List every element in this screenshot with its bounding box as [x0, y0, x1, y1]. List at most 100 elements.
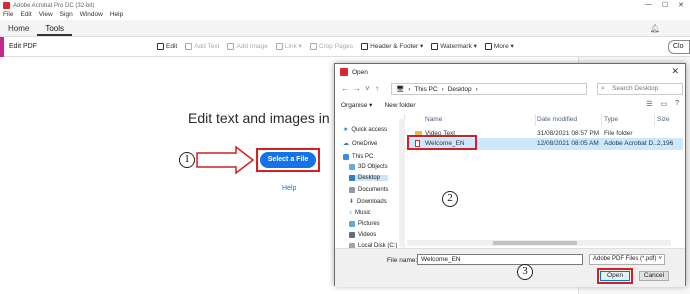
column-size[interactable]: Size	[657, 116, 670, 123]
menu-sign[interactable]: Sign	[60, 11, 73, 20]
crop-pages-button[interactable]: Crop Pages	[309, 42, 354, 50]
image-icon	[227, 42, 235, 50]
page-headline: Edit text and images in a	[188, 110, 342, 126]
nav-label: Music	[355, 210, 371, 216]
tool-label: Crop Pages	[318, 42, 354, 50]
video-icon	[349, 232, 355, 238]
tab-tools[interactable]: Tools	[37, 20, 73, 36]
menu-view[interactable]: View	[39, 11, 53, 20]
computer-icon	[343, 154, 349, 160]
column-type[interactable]: Type	[604, 116, 618, 123]
minimize-button[interactable]: —	[645, 1, 652, 9]
nav-pictures[interactable]: Pictures	[349, 221, 380, 227]
menu-file[interactable]: File	[3, 11, 13, 20]
up-arrow-icon[interactable]: ↑	[375, 84, 379, 93]
nav-documents[interactable]: Documents	[349, 187, 388, 193]
watermark-button[interactable]: Watermark ▾	[431, 42, 477, 50]
menu-help[interactable]: Help	[110, 11, 123, 20]
column-divider[interactable]	[601, 114, 602, 126]
search-input[interactable]: ⌕ Search Desktop	[597, 83, 683, 95]
breadcrumb-desktop[interactable]: Desktop	[448, 86, 472, 93]
close-tool-button[interactable]: Clo	[668, 40, 690, 54]
scrollbar-thumb[interactable]	[493, 241, 577, 245]
more-icon	[484, 42, 492, 50]
nav-label: Pictures	[358, 221, 380, 227]
edit-toolbar: Edit PDF Edit Add Text Add Image Link ▾ …	[0, 37, 690, 57]
nav-onedrive[interactable]: ☁ OneDrive	[343, 140, 377, 148]
help-link[interactable]: Help	[282, 185, 296, 192]
breadcrumb-chevron-icon: ›	[408, 85, 411, 93]
header-footer-icon	[361, 42, 369, 50]
horizontal-scrollbar[interactable]	[407, 240, 671, 246]
this-pc-icon: 🖥︎	[396, 86, 405, 93]
edit-pdf-accent	[0, 37, 4, 57]
select-file-button[interactable]: Select a File	[260, 152, 316, 168]
new-folder-button[interactable]: New folder	[384, 102, 415, 109]
picture-icon	[349, 221, 355, 227]
nav-videos[interactable]: Videos	[349, 232, 376, 238]
edit-tool-button[interactable]: Edit	[157, 42, 177, 50]
add-image-button[interactable]: Add Image	[227, 42, 268, 50]
cancel-button[interactable]: Cancel	[639, 271, 669, 281]
dialog-close-icon[interactable]: ✕	[671, 66, 679, 77]
nav-label: 3D Objects	[358, 164, 388, 170]
back-arrow-icon[interactable]: ←	[341, 84, 349, 93]
recent-chevron-icon[interactable]: ˅	[365, 84, 370, 93]
maximize-button[interactable]: ☐	[662, 1, 668, 9]
nav-quick-access[interactable]: ★ Quick access	[343, 126, 387, 134]
help-icon[interactable]: ?	[675, 100, 679, 108]
header-footer-button[interactable]: Header & Footer ▾	[361, 42, 423, 50]
preview-pane-icon[interactable]: ▭	[660, 100, 667, 108]
file-name-input[interactable]: Welcome_EN	[417, 254, 583, 265]
navigation-pane: ★ Quick access ☁ OneDrive This PC 3D Objec…	[341, 114, 405, 254]
open-button[interactable]: Open	[600, 271, 630, 281]
step-3-marker: 3	[517, 264, 533, 280]
menu-edit[interactable]: Edit	[20, 11, 31, 20]
file-date: 31/08/2021 08:57 PM	[537, 130, 600, 137]
close-window-button[interactable]: ✕	[678, 1, 684, 9]
view-options-icon[interactable]: ☰	[646, 100, 652, 108]
more-button[interactable]: More ▾	[484, 42, 514, 50]
file-date: 12/08/2021 08:05 AM	[537, 140, 599, 147]
acrobat-logo-icon	[3, 2, 10, 9]
file-type-select[interactable]: Adobe PDF Files (*.pdf) ˅	[589, 254, 665, 265]
title-bar: Adobe Acrobat Pro DC (32-bit) — ☐ ✕	[0, 0, 690, 11]
nav-label: Videos	[358, 232, 377, 238]
dialog-footer: File name: Welcome_EN Adobe PDF Files (*…	[335, 248, 685, 287]
address-bar[interactable]: 🖥︎ › This PC › Desktop ›	[391, 83, 587, 95]
navigation-scrollbar[interactable]	[399, 119, 405, 247]
nav-downloads[interactable]: ⬇ Downloads	[349, 198, 387, 206]
link-button[interactable]: Link ▾	[275, 42, 302, 50]
text-icon	[185, 42, 193, 50]
tool-label: Add Text	[194, 42, 220, 50]
command-bar: Organise ▾ New folder	[335, 98, 685, 112]
tool-label: Link ▾	[284, 43, 302, 50]
music-icon: ♪	[349, 210, 352, 216]
nav-label: Downloads	[357, 198, 387, 205]
nav-desktop[interactable]: Desktop	[349, 175, 389, 181]
chevron-down-icon: ˅	[658, 256, 662, 262]
breadcrumb-this-pc[interactable]: This PC	[414, 86, 437, 93]
column-date-modified[interactable]: Date modified	[537, 116, 577, 123]
nav-this-pc[interactable]: This PC	[343, 154, 373, 160]
menu-window[interactable]: Window	[80, 11, 103, 20]
add-text-button[interactable]: Add Text	[185, 42, 219, 50]
column-divider[interactable]	[535, 114, 536, 126]
tab-home[interactable]: Home	[0, 20, 37, 36]
star-icon: ★	[343, 127, 349, 133]
download-icon: ⬇	[349, 199, 355, 205]
tool-label: Edit	[166, 42, 178, 50]
watermark-icon	[431, 42, 439, 50]
column-name[interactable]: Name	[425, 116, 442, 123]
nav-3d-objects[interactable]: 3D Objects	[349, 164, 388, 170]
column-divider[interactable]	[654, 114, 655, 126]
window-title: Adobe Acrobat Pro DC (32-bit)	[13, 2, 95, 9]
nav-music[interactable]: ♪ Music	[349, 210, 371, 216]
nav-label: Desktop	[358, 175, 381, 181]
breadcrumb-chevron-icon: ›	[475, 85, 478, 93]
forward-arrow-icon[interactable]: →	[353, 84, 361, 93]
address-row: ← → ˅ ↑ 🖥︎ › This PC › Desktop › ⌕ Searc…	[335, 81, 685, 97]
organise-button[interactable]: Organise ▾	[341, 101, 372, 109]
breadcrumb-chevron-icon: ›	[441, 85, 444, 93]
bell-icon[interactable]: 🔔︎	[650, 24, 660, 33]
